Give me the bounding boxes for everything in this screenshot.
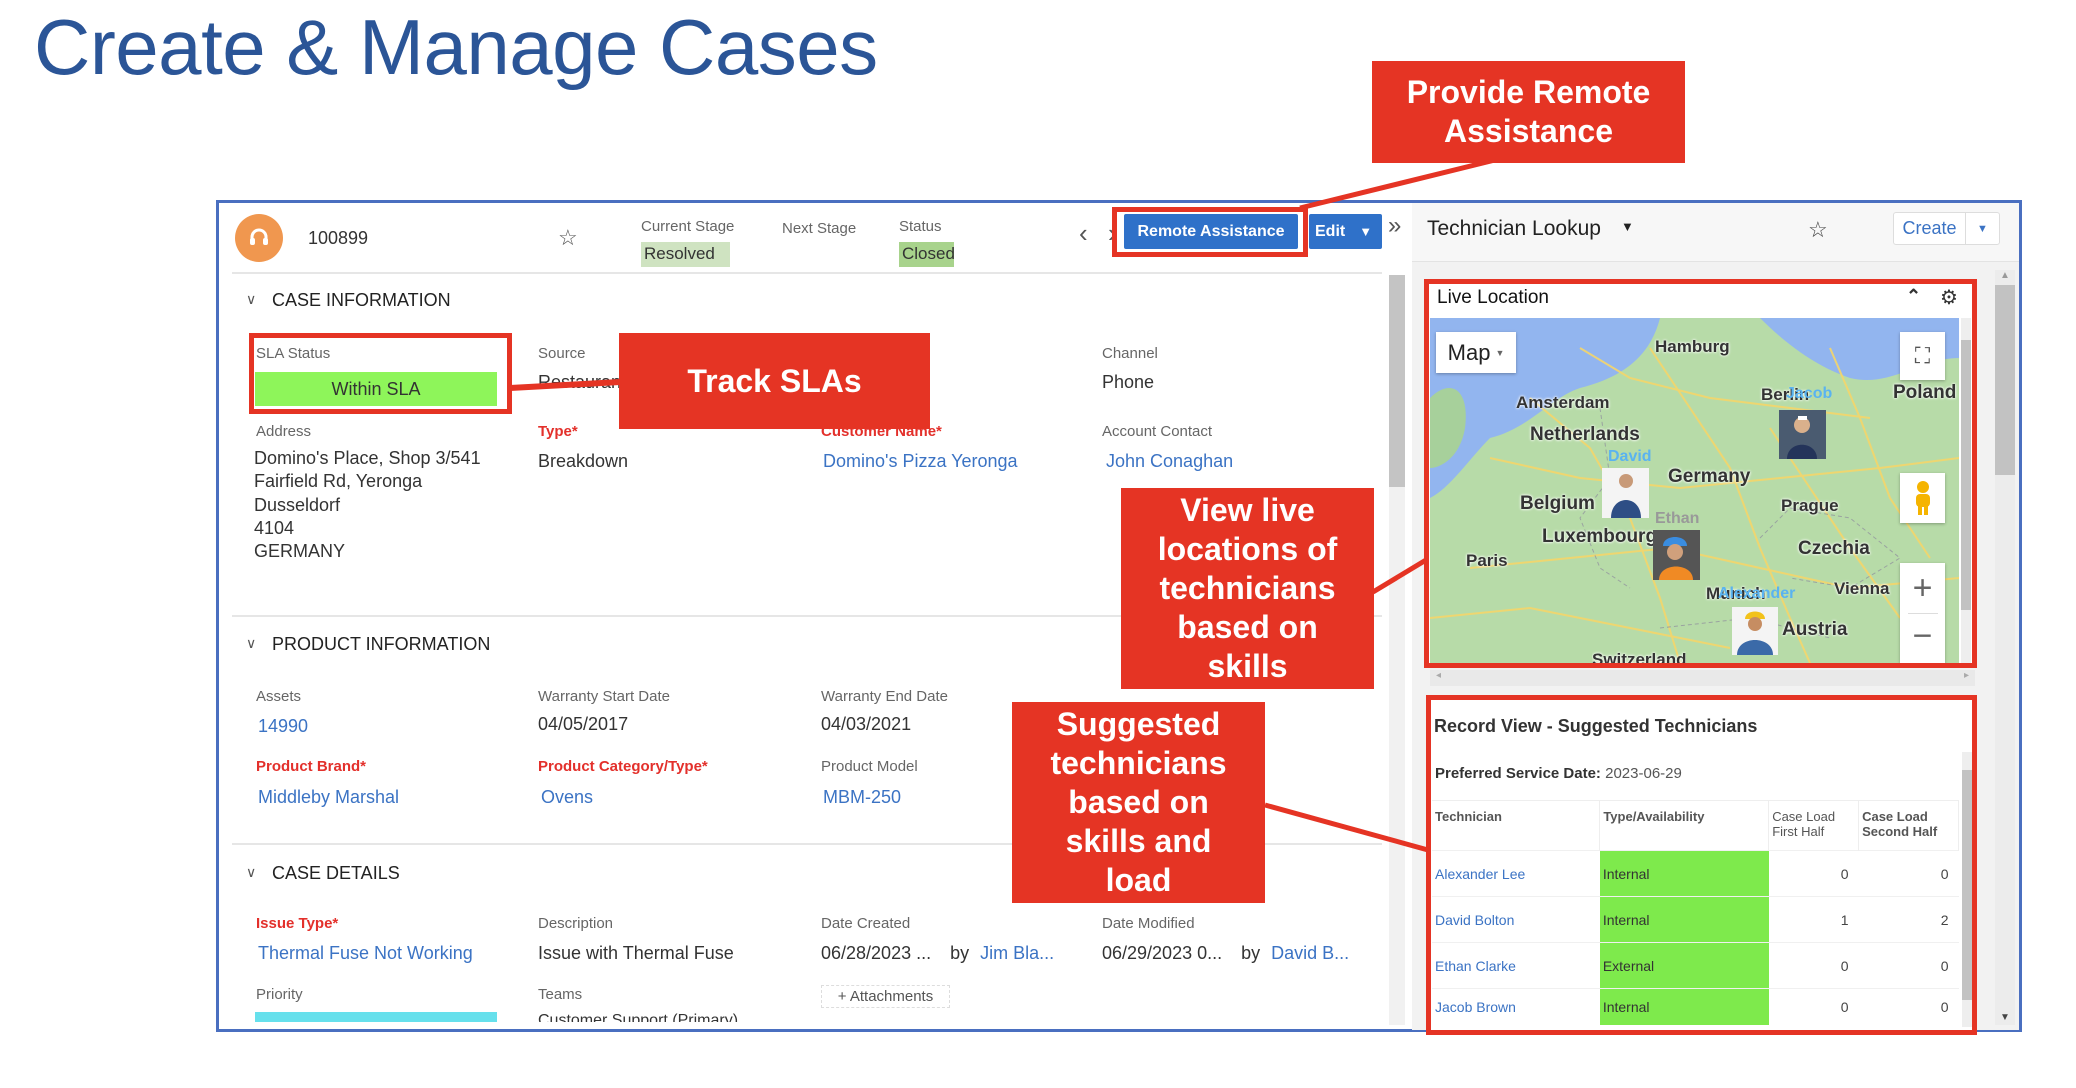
callout-track-slas: Track SLAs	[619, 333, 930, 429]
callout-suggested-technicians: Suggested technicians based on skills an…	[1012, 702, 1265, 903]
callout-remote-assistance: Provide Remote Assistance	[1372, 61, 1685, 163]
connector-suggested	[1264, 802, 1429, 853]
connector-remote	[1299, 157, 1496, 211]
connector-live	[1371, 557, 1428, 595]
callout-connectors	[509, 157, 1496, 853]
connector-sla	[509, 379, 621, 391]
callout-live-locations: View live locations of technicians based…	[1121, 488, 1374, 689]
